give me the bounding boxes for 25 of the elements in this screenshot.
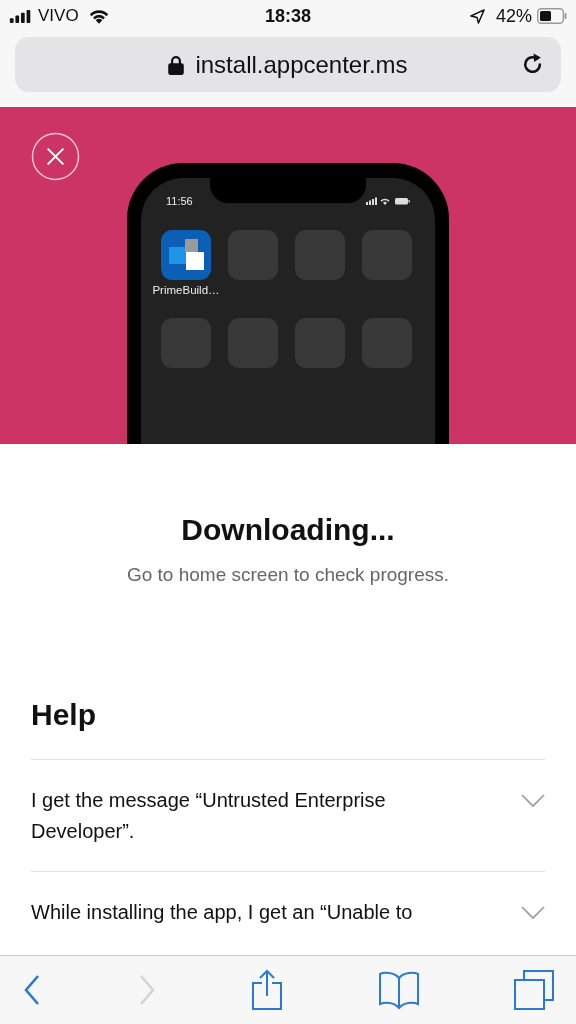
address-bar[interactable]: install.appcenter.ms — [15, 37, 561, 92]
close-icon[interactable] — [31, 132, 80, 181]
tabs-icon[interactable] — [514, 970, 554, 1010]
app-icon — [161, 230, 211, 280]
share-icon[interactable] — [251, 969, 283, 1011]
phone-time: 11:56 — [166, 195, 193, 207]
location-arrow-icon — [469, 8, 485, 24]
faq-question: I get the message “Untrusted Enterprise Developer”. — [31, 788, 387, 844]
status-message: Go to home screen to check progress. — [125, 564, 451, 586]
url-text: install.appcenter.ms — [195, 50, 408, 79]
carrier-name: VIVO — [38, 6, 79, 26]
battery-icon — [537, 8, 567, 24]
book-icon[interactable] — [377, 970, 420, 1010]
status-time: 18:38 — [265, 5, 311, 27]
phone-status-icons-drawing — [366, 196, 410, 206]
wifi-icon — [87, 7, 110, 25]
faq-item[interactable]: While installing the app, I get an “Unable to — [31, 871, 545, 952]
help-heading: Help — [31, 697, 97, 733]
signal-icon — [9, 9, 33, 23]
app-label: PrimeBuild… — [152, 284, 220, 296]
faq-question: While installing the app, I get an “Unable to — [31, 900, 413, 925]
battery-percent: 42% — [495, 5, 532, 27]
back-icon[interactable] — [22, 973, 42, 1007]
faq-item[interactable]: I get the message “Untrusted Enterprise Developer”. — [31, 759, 545, 871]
status-heading: Downloading... — [180, 512, 396, 548]
